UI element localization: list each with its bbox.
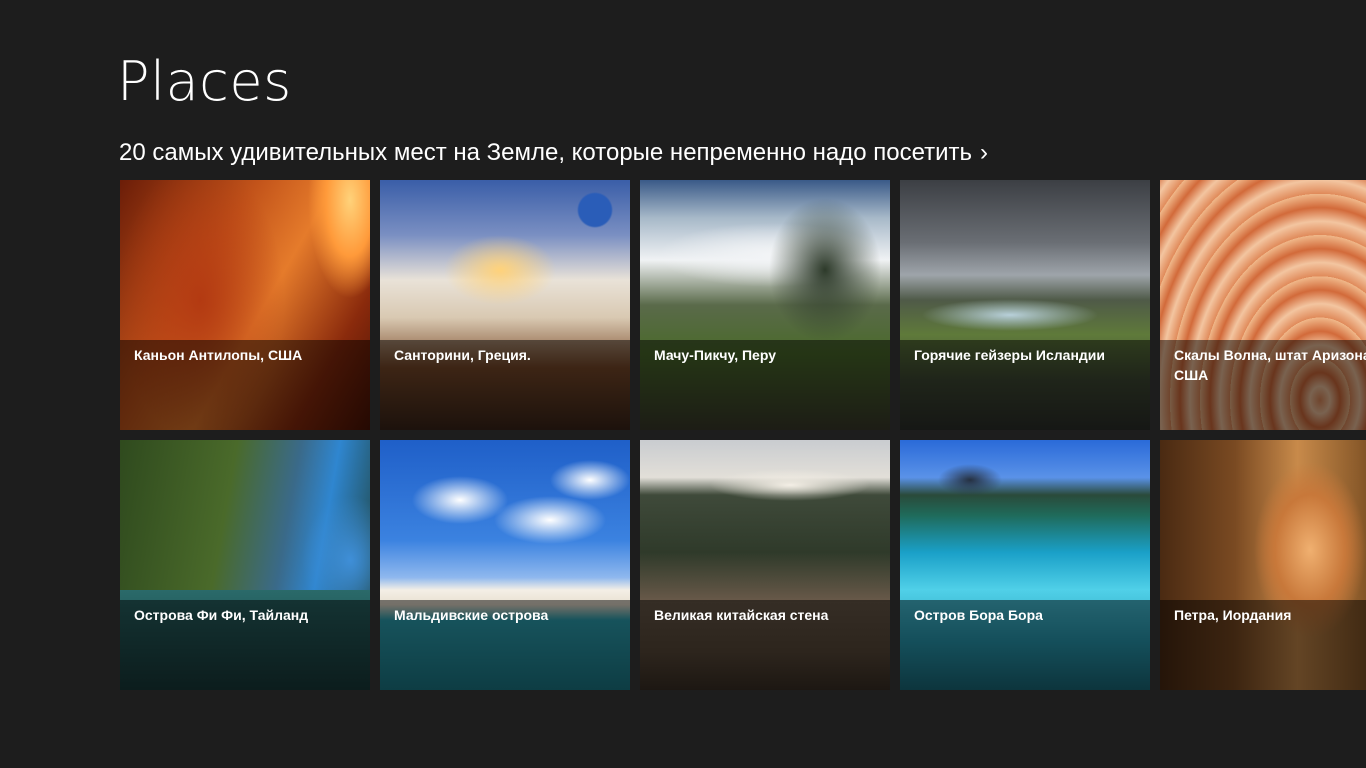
tile-santorini[interactable]: Санторини, Греция. [380, 180, 630, 430]
tile-caption: Горячие гейзеры Исландии [914, 347, 1106, 363]
tile-machu-picchu[interactable]: Мачу-Пикчу, Перу [640, 180, 890, 430]
tile-petra[interactable]: Петра, Иордания [1160, 440, 1366, 690]
tile-bora-bora[interactable]: Остров Бора Бора [900, 440, 1150, 690]
tile-caption-bar: Петра, Иордания [1160, 600, 1366, 690]
tile-caption-bar: Санторини, Греция. [380, 340, 630, 430]
tile-caption: Острова Фи Фи, Тайланд [134, 607, 309, 623]
tile-the-wave-arizona[interactable]: Скалы Волна, штат Аризона, США [1160, 180, 1366, 430]
tile-caption-bar: Великая китайская стена [640, 600, 890, 690]
page-title: Places [117, 50, 292, 113]
tile-caption: Мальдивские острова [394, 607, 549, 623]
tile-caption: Остров Бора Бора [914, 607, 1043, 623]
section-header-label: 20 самых удивительных мест на Земле, кот… [119, 139, 973, 166]
tile-caption-bar: Мальдивские острова [380, 600, 630, 690]
tile-caption-bar: Мачу-Пикчу, Перу [640, 340, 890, 430]
places-grid: Каньон Антилопы, США Санторини, Греция. … [120, 180, 1366, 700]
tile-caption: Петра, Иордания [1174, 607, 1292, 623]
tile-caption-bar: Горячие гейзеры Исландии [900, 340, 1150, 430]
tile-antelope-canyon[interactable]: Каньон Антилопы, США [120, 180, 370, 430]
tile-caption-bar: Остров Бора Бора [900, 600, 1150, 690]
tile-great-wall[interactable]: Великая китайская стена [640, 440, 890, 690]
tile-phi-phi-islands[interactable]: Острова Фи Фи, Тайланд [120, 440, 370, 690]
tile-caption: Скалы Волна, штат Аризона, США [1174, 347, 1366, 383]
section-header-link[interactable]: 20 самых удивительных мест на Земле, кот… [119, 137, 988, 169]
chevron-right-icon: › [980, 139, 989, 166]
tile-iceland-geysers[interactable]: Горячие гейзеры Исландии [900, 180, 1150, 430]
tile-caption: Каньон Антилопы, США [134, 347, 303, 363]
tile-caption: Мачу-Пикчу, Перу [654, 347, 776, 363]
tile-maldives[interactable]: Мальдивские острова [380, 440, 630, 690]
tile-caption-bar: Скалы Волна, штат Аризона, США [1160, 340, 1366, 430]
tile-caption-bar: Острова Фи Фи, Тайланд [120, 600, 370, 690]
tile-caption: Санторини, Греция. [394, 347, 531, 363]
tile-caption-bar: Каньон Антилопы, США [120, 340, 370, 430]
tile-caption: Великая китайская стена [654, 607, 829, 623]
